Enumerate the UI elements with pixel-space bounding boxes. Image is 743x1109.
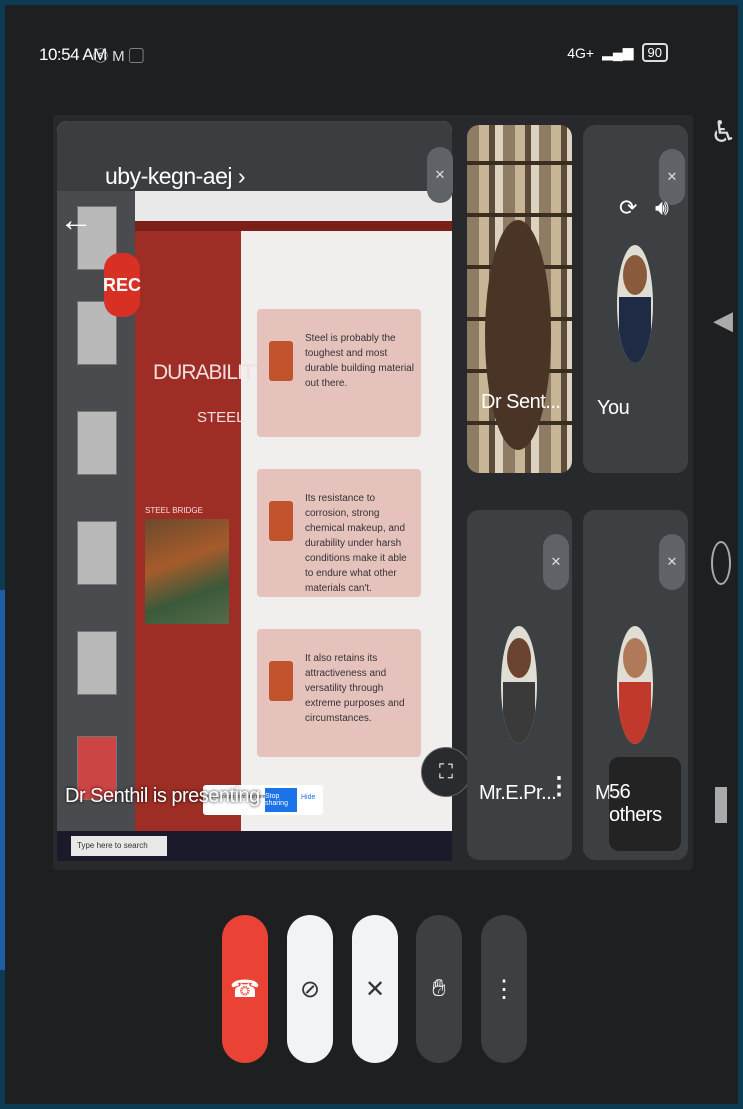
- raise-hand-button[interactable]: ✋︎: [416, 915, 462, 1063]
- hide-button[interactable]: Hide: [301, 794, 315, 801]
- camera-off-icon: ⊘: [299, 975, 321, 1003]
- participant-tile[interactable]: Dr Sent...: [467, 125, 572, 473]
- participant-name: Mr.E.Pr...: [479, 782, 557, 804]
- more-options-icon: ⋮: [492, 975, 516, 1003]
- presenting-label: Dr Senthil is presenting: [65, 785, 260, 807]
- mic-off-icon: ✕: [543, 534, 569, 590]
- participant-video: [485, 220, 551, 450]
- mic-off-icon: ✕: [427, 147, 453, 203]
- avatar: [617, 626, 653, 744]
- slide-subtitle: STEEL: [197, 409, 245, 426]
- left-edge-bar: [0, 590, 5, 970]
- building-icon: [269, 501, 293, 541]
- battery-icon: 90: [641, 43, 668, 62]
- taskbar-search: Type here to search: [71, 836, 167, 856]
- hand-icon: ✋︎: [432, 975, 446, 1002]
- tower-icon: [269, 661, 293, 701]
- camera-toggle-button[interactable]: ⊘: [287, 915, 333, 1063]
- signal-icon: 4G+: [567, 44, 595, 61]
- accessibility-icon[interactable]: ♿︎: [710, 115, 737, 150]
- others-count[interactable]: 56 others: [609, 757, 681, 851]
- slide-point-text: Steel is probably the toughest and most …: [305, 333, 414, 389]
- switch-camera-icon[interactable]: ⟳: [619, 195, 637, 221]
- signal-bars-icon: ▂▄▆: [602, 44, 634, 60]
- status-notification-icons: ⓢ M ▢: [93, 48, 144, 65]
- nav-back-icon[interactable]: ◀: [713, 305, 733, 336]
- presentation-tile[interactable]: DURABILITY STEEL STEEL BRIDGE Steel is p…: [57, 121, 452, 861]
- slide-image-caption: STEEL BRIDGE: [145, 506, 203, 515]
- chevron-right-icon: ›: [237, 163, 246, 189]
- recording-badge: REC: [103, 253, 141, 317]
- nav-home-icon[interactable]: [711, 541, 731, 585]
- fullscreen-icon[interactable]: ⛶: [421, 747, 471, 797]
- mic-toggle-button[interactable]: ✕: [352, 915, 398, 1063]
- phone-hangup-icon: ☎: [230, 975, 260, 1003]
- slide-thumbnail: [77, 631, 117, 695]
- slide-point-box: It also retains its attractiveness and v…: [257, 629, 421, 757]
- participant-name: Dr Sent...: [481, 391, 561, 413]
- stop-sharing-button[interactable]: Stop sharing: [265, 788, 297, 812]
- participant-tile[interactable]: ✕ Mr.E.Pr... ⋮: [467, 510, 572, 860]
- bridge-image: [145, 519, 229, 624]
- meeting-code[interactable]: uby-kegn-aej ›: [105, 163, 246, 190]
- slide-title: DURABILITY: [153, 361, 268, 384]
- slide-point-box: Its resistance to corrosion, strong chem…: [257, 469, 421, 597]
- slide-thumbnail: [77, 521, 117, 585]
- slide-thumbnail: [77, 411, 117, 475]
- mic-off-icon: ✕: [364, 975, 386, 1003]
- more-options-button[interactable]: ⋮: [481, 915, 527, 1063]
- mic-off-icon: ✕: [659, 534, 685, 590]
- slide-point-box: Steel is probably the toughest and most …: [257, 309, 421, 437]
- meet-screen: 10:54 AM ⓢ M ▢ 4G+ ▂▄▆ 90 ♿︎ DURABILITY …: [5, 5, 738, 1104]
- slide-point-text: It also retains its attractiveness and v…: [305, 653, 405, 724]
- participant-name: You: [597, 397, 630, 419]
- nav-recents-icon[interactable]: [715, 787, 727, 823]
- speaker-icon[interactable]: 🔊︎: [655, 195, 669, 221]
- worker-icon: [269, 341, 293, 381]
- avatar: [501, 626, 537, 744]
- avatar: [617, 245, 653, 363]
- self-tile[interactable]: You ✕: [583, 125, 688, 473]
- more-options-icon[interactable]: ⋮: [547, 772, 571, 801]
- back-arrow-icon[interactable]: ←: [59, 201, 93, 240]
- windows-taskbar: Type here to search: [57, 831, 452, 861]
- slide-point-text: Its resistance to corrosion, strong chem…: [305, 493, 407, 594]
- meeting-code-text: uby-kegn-aej: [105, 163, 232, 189]
- status-right: 4G+ ▂▄▆ 90: [567, 43, 668, 62]
- slide-header-band: [135, 221, 452, 231]
- end-call-button[interactable]: ☎: [222, 915, 268, 1063]
